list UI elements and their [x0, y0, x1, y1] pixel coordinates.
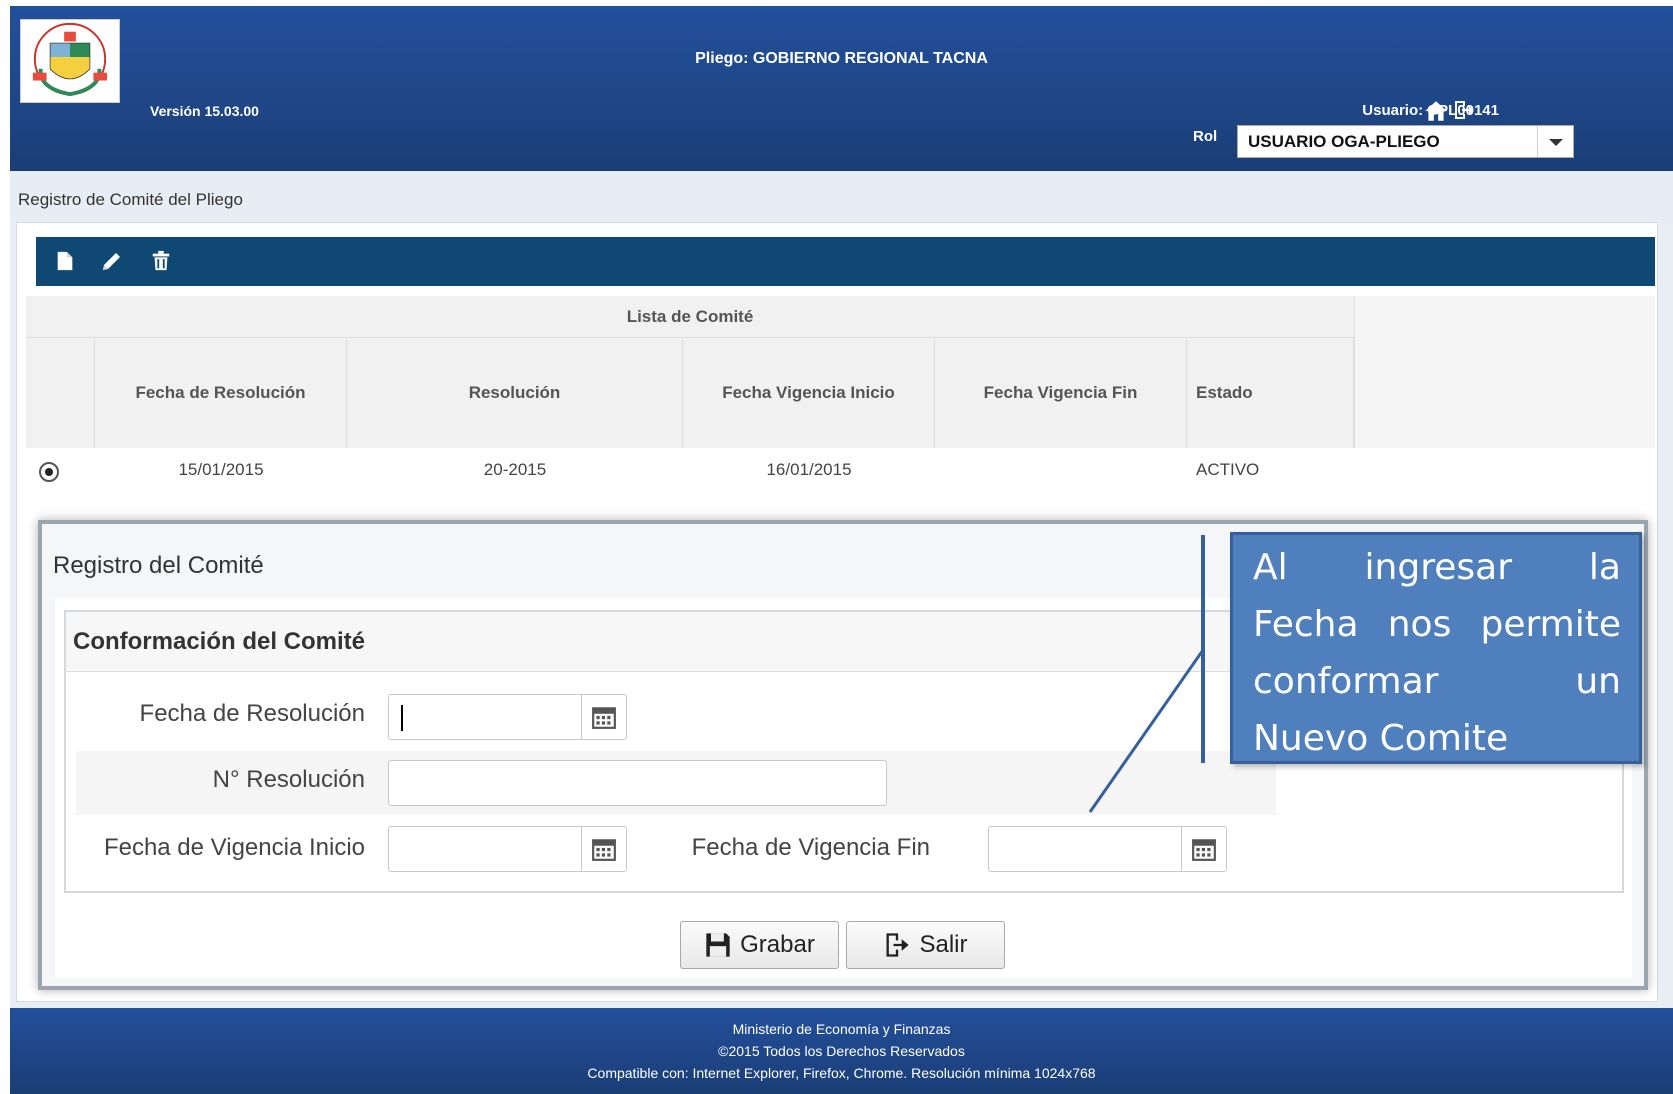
footer-line-1: Ministerio de Economía y Finanzas [732, 1021, 951, 1037]
role-label: Rol [1193, 128, 1218, 145]
salir-label: Salir [919, 931, 968, 958]
vigencia-fin-label: Fecha de Vigencia Fin [691, 834, 930, 861]
cell-vigencia-inicio: 16/01/2015 [766, 460, 852, 479]
column-header-resolucion[interactable]: Resolución [347, 338, 683, 448]
nro-resolucion-label: N° Resolución [212, 766, 365, 793]
column-header-vigencia-inicio[interactable]: Fecha Vigencia Inicio [683, 338, 935, 448]
grid-select-column [26, 338, 95, 448]
logout-icon[interactable] [1452, 98, 1478, 124]
salir-button[interactable]: Salir [846, 921, 1005, 969]
callout-line-3: conformar un [1253, 661, 1621, 702]
dialog-title: Registro del Comité [53, 552, 264, 579]
save-icon [706, 933, 730, 957]
calendar-icon[interactable] [581, 695, 626, 739]
chevron-down-icon[interactable] [1537, 126, 1573, 157]
edit-pencil-icon[interactable] [100, 249, 124, 273]
fecha-resolucion-input[interactable] [388, 694, 627, 740]
column-header-estado[interactable]: Estado [1187, 338, 1354, 448]
column-header-vigencia-fin[interactable]: Fecha Vigencia Fin [935, 338, 1187, 448]
callout-box: Al ingresar la Fecha nos permite conform… [1230, 532, 1642, 764]
app-header: Pliego: GOBIERNO REGIONAL TACNA Versión … [10, 6, 1673, 171]
delete-trash-icon[interactable] [150, 249, 174, 273]
grabar-button[interactable]: Grabar [680, 921, 839, 969]
callout-line-1: Al ingresar la [1253, 547, 1621, 588]
vigencia-inicio-label: Fecha de Vigencia Inicio [103, 834, 365, 861]
pliego-title: Pliego: GOBIERNO REGIONAL TACNA [695, 50, 988, 67]
cell-fecha-resolucion: 15/01/2015 [178, 460, 264, 479]
column-header-fecha-resolucion[interactable]: Fecha de Resolución [95, 338, 347, 448]
footer-line-2: ©2015 Todos los Derechos Reservados [718, 1043, 965, 1059]
role-select[interactable]: USUARIO OGA-PLIEGO [1237, 125, 1574, 158]
cell-estado: ACTIVO [1196, 460, 1260, 479]
grid-filler [1354, 296, 1655, 448]
vigencia-inicio-input[interactable] [388, 826, 627, 872]
breadcrumb: Registro de Comité del Pliego [18, 190, 243, 209]
nro-resolucion-input[interactable] [388, 760, 887, 806]
vigencia-fin-input[interactable] [988, 826, 1227, 872]
row-radio[interactable] [39, 462, 59, 482]
fieldset-title: Conformación del Comité [73, 628, 366, 655]
home-icon[interactable] [1423, 98, 1449, 124]
version-label: Versión 15.03.00 [150, 103, 259, 119]
grabar-label: Grabar [740, 931, 815, 958]
footer-line-3: Compatible con: Internet Explorer, Firef… [587, 1065, 1096, 1081]
callout-line-2: Fecha nos permite [1253, 604, 1621, 645]
fecha-resolucion-label: Fecha de Resolución [139, 700, 365, 727]
exit-icon [886, 933, 910, 957]
app-footer: Ministerio de Economía y Finanzas ©2015 … [10, 1008, 1673, 1094]
new-document-icon[interactable] [54, 249, 78, 273]
cell-resolucion: 20-2015 [483, 460, 547, 479]
breadcrumb-bar [10, 171, 1673, 223]
role-select-value: USUARIO OGA-PLIEGO [1248, 132, 1440, 151]
calendar-icon[interactable] [581, 827, 626, 871]
callout-line-4: Nuevo Comite [1253, 718, 1509, 759]
grid-toolbar [36, 237, 1655, 286]
grid-title: Lista de Comité [26, 296, 1354, 338]
calendar-icon[interactable] [1181, 827, 1226, 871]
text-cursor [401, 705, 403, 731]
